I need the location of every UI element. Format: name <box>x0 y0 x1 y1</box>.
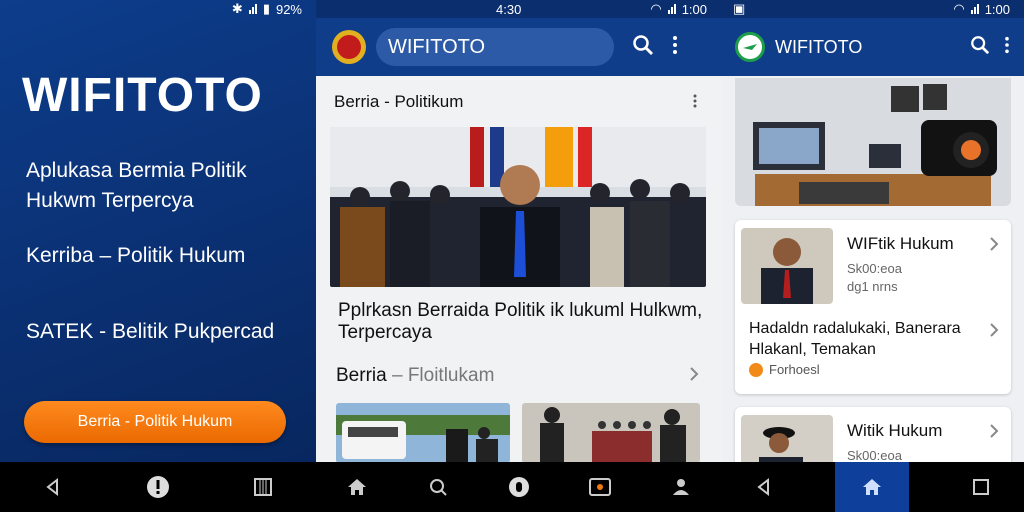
bluetooth-icon: ✱ <box>231 1 243 16</box>
splash-screen: ✱ ▮ 92% WIFITOTO Aplukasa Bermia Politik… <box>0 0 316 512</box>
search-input[interactable]: WIFITOTO <box>376 28 614 66</box>
grid-icon[interactable] <box>248 472 278 502</box>
card-meta-2: dg1 nrns <box>847 279 898 294</box>
tv-icon[interactable] <box>585 472 615 502</box>
signal-icon <box>667 4 676 14</box>
hero-image[interactable] <box>735 78 1011 206</box>
search-icon[interactable] <box>970 35 990 60</box>
subtitle-line-2: SATEK - Belitik Pukpercad <box>26 320 275 343</box>
system-nav-bar <box>0 462 316 512</box>
card-title: Witik Hukum <box>847 421 943 440</box>
tag-icon <box>749 362 763 377</box>
app-bar: WIFITOTO <box>316 18 721 76</box>
thumbnail-image[interactable] <box>522 403 700 463</box>
app-bar: WIFITOTO <box>721 18 1024 76</box>
card-thumbnail <box>741 228 833 304</box>
card-tag: Forhoesl <box>749 362 820 377</box>
more-icon[interactable] <box>693 94 697 113</box>
news-card[interactable]: WIFtik Hukum Sk00:eoa dg1 nrns Hadaldn r… <box>735 220 1011 394</box>
alert-icon[interactable] <box>143 472 173 502</box>
news-feed-screen: 4:30 ◠ 1:00 WIFITOTO Berria - Politikum <box>316 0 721 512</box>
signal-icon <box>248 4 257 14</box>
home-icon[interactable] <box>342 472 372 502</box>
back-icon[interactable] <box>749 472 779 502</box>
home-icon[interactable] <box>835 462 910 512</box>
status-bar: ▣ ◠ 1:00 <box>721 0 1024 18</box>
hero-image[interactable] <box>330 127 706 287</box>
card-title: WIFtik Hukum <box>847 234 954 253</box>
square-icon[interactable] <box>966 472 996 502</box>
chevron-right-icon[interactable] <box>689 366 699 387</box>
system-nav-bar <box>721 462 1024 512</box>
battery-level: 92% <box>275 1 302 17</box>
card-meta: Sk00:eoa <box>847 261 902 276</box>
chevron-right-icon[interactable] <box>989 423 999 444</box>
section-title: Berria - Politikum <box>334 92 464 111</box>
wifi-icon: ◠ <box>953 1 965 16</box>
back-icon[interactable] <box>38 472 68 502</box>
search-icon[interactable] <box>423 472 453 502</box>
wifi-icon: ◠ <box>650 1 662 16</box>
brand-title: WIFITOTO <box>22 69 263 122</box>
card-tag-label: Forhoesl <box>769 362 820 377</box>
section-sub: – Floitlukam <box>391 365 495 386</box>
category-screen: ▣ ◠ 1:00 WIFITOTO WIFtik Hukum Sk00:eoa … <box>721 0 1024 512</box>
more-icon[interactable] <box>672 35 678 60</box>
lock-icon: ▣ <box>733 1 746 16</box>
signal-icon <box>970 4 979 14</box>
status-bar: ✱ ▮ 92% <box>0 0 316 18</box>
tagline: Aplukasa Bermia Politik Hukwm Terpercya <box>26 159 247 212</box>
clock-right: 1:00 <box>681 1 707 17</box>
app-logo <box>735 32 765 62</box>
cta-button[interactable]: Berria - Politik Hukum <box>24 401 286 443</box>
clock-right: 1:00 <box>984 1 1010 17</box>
section-main: Berria <box>336 365 387 386</box>
chevron-right-icon[interactable] <box>989 322 999 343</box>
person-icon[interactable] <box>666 472 696 502</box>
card-body: Hadaldn radalukaki, Banerara Hlakanl, Te… <box>749 320 961 358</box>
app-logo <box>332 30 366 64</box>
article-headline[interactable]: Pplrkasn Berraida Politik ik lukuml Hulk… <box>338 300 708 344</box>
app-title: WIFITOTO <box>775 36 863 57</box>
thumbnail-image[interactable] <box>336 403 510 463</box>
status-bar: 4:30 ◠ 1:00 <box>316 0 721 18</box>
chevron-right-icon[interactable] <box>989 236 999 257</box>
section-title-2[interactable]: Berria – Floitlukam <box>336 365 494 387</box>
shield-icon[interactable] <box>504 472 534 502</box>
subtitle-line: Kerriba – Politik Hukum <box>26 244 246 267</box>
search-icon[interactable] <box>632 34 654 61</box>
clock-left: 4:30 <box>496 1 522 17</box>
battery-icon: ▮ <box>262 1 270 16</box>
more-icon[interactable] <box>1004 36 1010 59</box>
bottom-nav <box>316 462 721 512</box>
